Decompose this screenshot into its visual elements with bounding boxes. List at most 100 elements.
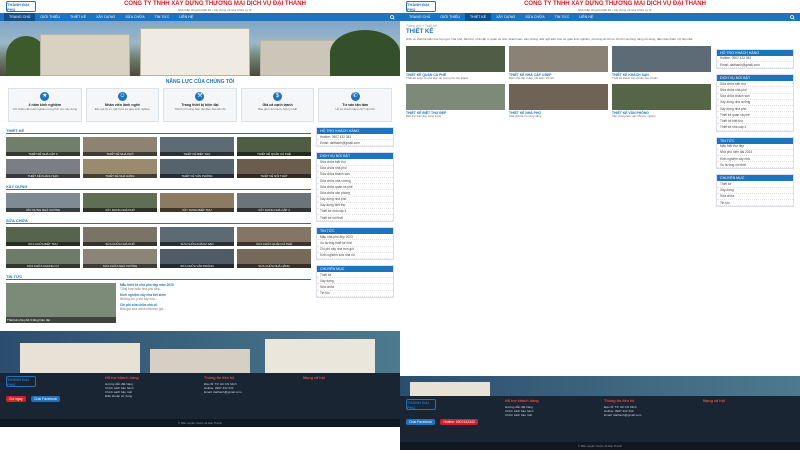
site-header: THÀNH ĐẠI PHÚ CÔNG TY TNHH XÂY DỰNG THƯƠ… xyxy=(400,0,800,13)
card[interactable]: THIẾT KẾ VĂN PHÒNG xyxy=(160,159,234,178)
feature-item: ☺ Nhân viên lành nghề Đội ngũ kỹ sư, kiến … xyxy=(85,88,160,122)
card[interactable]: THIẾT KẾ NỘI THẤT xyxy=(237,159,311,178)
card[interactable]: THIẾT KẾ QUÁN CÀ PHÊ xyxy=(237,137,311,156)
feature-item: $ Giá cả cạnh tranh Báo giá minh bạch, hợp… xyxy=(240,88,315,122)
service-link[interactable]: Thiết kế nội thất xyxy=(317,215,393,222)
hero-banner xyxy=(0,21,400,76)
card[interactable]: THIẾT KẾ NHÀ CẤP 4 xyxy=(6,137,80,156)
card[interactable]: THIẾT KẾ NHÀ HÀNG xyxy=(83,159,157,178)
nav-design[interactable]: THIẾT KẾ xyxy=(65,13,91,21)
nav-contact[interactable]: LIÊN HỆ xyxy=(574,13,598,21)
services-widget: DỊCH VỤ NỔI BẬT Sửa chữa biệt thự Sửa ch… xyxy=(716,74,794,132)
section-news-bar: TIN TỨC xyxy=(6,273,311,280)
news-widget: TIN TỨC Mẫu nhà phố đẹp 2023 Xu hướng th… xyxy=(316,227,394,260)
card[interactable]: SỬA CHỮA CHUNG CƯ xyxy=(6,249,80,268)
tools-icon: ⚒ xyxy=(195,92,205,101)
footer-logo[interactable]: THÀNH ĐẠI PHÚ xyxy=(6,376,36,387)
nav-news[interactable]: TIN TỨC xyxy=(150,13,175,21)
worker-icon: ☺ xyxy=(117,92,127,101)
news-featured[interactable]: Thiết kế nhà phố 3 tầng hiện đại xyxy=(6,283,116,323)
news-item[interactable]: Chi phí sửa chữa nhà cũ Báo giá sửa chữa … xyxy=(120,303,311,311)
copyright: © Bản quyền thuộc về Đại Thành xyxy=(400,442,800,450)
search-icon[interactable] xyxy=(388,14,396,20)
main-nav: TRANG CHỦ GIỚI THIỆU THIẾT KẾ XÂY DỰNG S… xyxy=(400,13,800,21)
feature-item: ★ 4 năm kinh nghiệm Với nhiều năm kinh ngh… xyxy=(8,88,82,122)
category-card[interactable]: THIẾT KẾ VĂN PHÒNG Văn phòng làm việc chu… xyxy=(612,84,711,118)
call-button[interactable]: Gọi ngay xyxy=(6,396,26,402)
company-name: CÔNG TY TNHH XÂY DỰNG THƯƠNG MẠI DỊCH VỤ… xyxy=(524,1,706,7)
email-text[interactable]: Email: daithanh@gmail.com xyxy=(317,140,393,147)
price-icon: $ xyxy=(273,92,283,101)
repair-grid: SỬA CHỮA BIỆT THỰ SỬA CHỮA NHÀ PHỐ SỬA C… xyxy=(6,227,311,268)
card[interactable]: SỬA CHỮA BIỆT THỰ xyxy=(6,227,80,246)
build-grid: XÂY DỰNG NHÀ XƯỞNG XÂY DỰNG NHÀ PHỐ XÂY … xyxy=(6,193,311,212)
category-card[interactable]: THIẾT KẾ NHÀ CẤP 4 ĐẸP Mẫu nhà cấp 4 đẹp,… xyxy=(509,45,608,80)
company-name: CÔNG TY TNHH XÂY DỰNG THƯƠNG MẠI DỊCH VỤ… xyxy=(124,1,306,7)
company-tagline: Nhà thầu chuyên thiết kế - xây dựng và s… xyxy=(577,8,653,12)
card[interactable]: SỬA CHỮA QUÁN CÀ PHÊ xyxy=(237,227,311,246)
nav-home[interactable]: TRANG CHỦ xyxy=(4,13,36,21)
home-page-pane: THÀNH ĐẠI PHÚ CÔNG TY TNHH XÂY DỰNG THƯƠ… xyxy=(0,0,400,450)
support-widget: HỖ TRỢ KHÁCH HÀNG Hotline: 0907 432 343 … xyxy=(316,127,394,148)
cta-banner xyxy=(400,376,800,396)
nav-build[interactable]: XÂY DỰNG xyxy=(91,13,120,21)
category-card[interactable]: THIẾT KẾ NHÀ PHỐ Nhà phố tối ưu công năng xyxy=(509,84,608,118)
card[interactable]: SỬA CHỮA KHÁCH SẠN xyxy=(160,227,234,246)
card[interactable]: XÂY DỰNG NHÀ PHỐ xyxy=(83,193,157,212)
services-widget: DỊCH VỤ NỔI BẬT Sửa chữa biệt thự Sửa ch… xyxy=(316,152,394,223)
card[interactable]: XÂY DỰNG NHÀ CẤP 4 xyxy=(237,193,311,212)
site-footer: THÀNH ĐẠI PHÚ Gọi ngay Chat Facebook Hỗ … xyxy=(0,373,400,419)
news-item[interactable]: Mẫu thiết kế nhà phố đẹp năm 2023 Tổng hợ… xyxy=(120,283,311,291)
category-card[interactable]: THIẾT KẾ QUÁN CÀ PHÊ Thiết kế quán cà phê… xyxy=(406,45,505,80)
card[interactable]: SỬA CHỮA VĂN PHÒNG xyxy=(160,249,234,268)
nav-build[interactable]: XÂY DỰNG xyxy=(491,13,520,21)
breadcrumb[interactable]: Trang chủ » Thiết kế xyxy=(400,21,800,28)
search-icon[interactable] xyxy=(788,14,796,20)
features-row: ★ 4 năm kinh nghiệm Với nhiều năm kinh ngh… xyxy=(0,88,400,122)
nav-repair[interactable]: SỬA CHỮA xyxy=(120,13,149,21)
feature-item: ⚒ Trang thiết bị hiện đại Thiết bị thi côn… xyxy=(163,88,237,122)
news-widget: TIN TỨC Mẫu biệt thự đẹp Nhà phố hiện đạ… xyxy=(716,136,794,170)
email-text[interactable]: Email: daithanh@gmail.com xyxy=(717,62,793,69)
nav-about[interactable]: GIỚI THIỆU xyxy=(35,13,65,21)
card[interactable]: XÂY DỰNG NHÀ XƯỞNG xyxy=(6,193,80,212)
card[interactable]: SỬA CHỮA NHÀ PHỐ xyxy=(83,227,157,246)
cta-banner xyxy=(0,331,400,373)
service-link[interactable]: Thiết kế nhà cấp 4 xyxy=(717,124,793,131)
feature-item: ✆ Tư vấn tận tâm Hỗ trợ khách hàng 24/7 tậ… xyxy=(318,88,392,122)
nav-contact[interactable]: LIÊN HỆ xyxy=(174,13,198,21)
site-logo[interactable]: THÀNH ĐẠI PHÚ xyxy=(406,1,436,12)
news-link[interactable]: Xu hướng nội thất xyxy=(717,162,793,169)
site-header: THÀNH ĐẠI PHÚ CÔNG TY TNHH XÂY DỰNG THƯƠ… xyxy=(0,0,400,13)
category-card[interactable]: THIẾT KẾ BIỆT THỰ ĐẸP Biệt thự hiện đại, … xyxy=(406,84,505,118)
card[interactable]: THIẾT KẾ NHÀ PHỐ xyxy=(83,137,157,156)
footer-logo[interactable]: THÀNH ĐẠI PHÚ xyxy=(406,399,436,410)
chat-button[interactable]: Chat Facebook xyxy=(406,419,435,425)
nav-repair[interactable]: SỬA CHỮA xyxy=(520,13,549,21)
card[interactable]: XÂY DỰNG BIỆT THỰ xyxy=(160,193,234,212)
news-link[interactable]: Kinh nghiệm sửa nhà cũ xyxy=(317,253,393,259)
support-widget: HỖ TRỢ KHÁCH HÀNG Hotline: 0907 432 343 … xyxy=(716,48,794,70)
site-logo[interactable]: THÀNH ĐẠI PHÚ xyxy=(6,1,36,12)
category-intro: Dịch vụ thiết kế kiến trúc trọn gói: nhà… xyxy=(406,37,694,41)
category-link[interactable]: Tin tức xyxy=(317,291,393,297)
category-grid: THIẾT KẾ QUÁN CÀ PHÊ Thiết kế quán cà phê… xyxy=(406,45,711,119)
card[interactable]: SỬA CHỮA NHÀ HÀNG xyxy=(237,249,311,268)
news-item[interactable]: Kinh nghiệm xây nhà tiết kiệm Những lưu ý… xyxy=(120,293,311,301)
home-sidebar: HỖ TRỢ KHÁCH HÀNG Hotline: 0907 432 343 … xyxy=(316,122,394,323)
card[interactable]: SỬA CHỮA NHÀ XƯỞNG xyxy=(83,249,157,268)
hotline-button[interactable]: Hotline: 0907432343 xyxy=(440,419,478,425)
design-grid: THIẾT KẾ NHÀ CẤP 4 THIẾT KẾ NHÀ PHỐ THIẾ… xyxy=(6,137,311,178)
section-build-bar: XÂY DỰNG xyxy=(6,183,311,190)
category-widget: CHUYÊN MỤC Thiết kế Xây dựng Sửa chữa Ti… xyxy=(716,174,794,208)
chat-button[interactable]: Chat Facebook xyxy=(31,396,61,402)
nav-design[interactable]: THIẾT KẾ xyxy=(464,13,492,21)
nav-home[interactable]: TRANG CHỦ xyxy=(404,13,435,21)
category-link[interactable]: Tin tức xyxy=(717,200,793,207)
nav-news[interactable]: TIN TỨC xyxy=(550,13,575,21)
card[interactable]: THIẾT KẾ BIỆT THỰ xyxy=(160,137,234,156)
category-sidebar: HỖ TRỢ KHÁCH HÀNG Hotline: 0907 432 343 … xyxy=(716,44,794,208)
card[interactable]: THIẾT KẾ KHÁCH SẠN xyxy=(6,159,80,178)
category-card[interactable]: THIẾT KẾ KHÁCH SẠN Thiết kế khách sạn chu… xyxy=(612,45,711,80)
nav-about[interactable]: GIỚI THIỆU xyxy=(435,13,465,21)
